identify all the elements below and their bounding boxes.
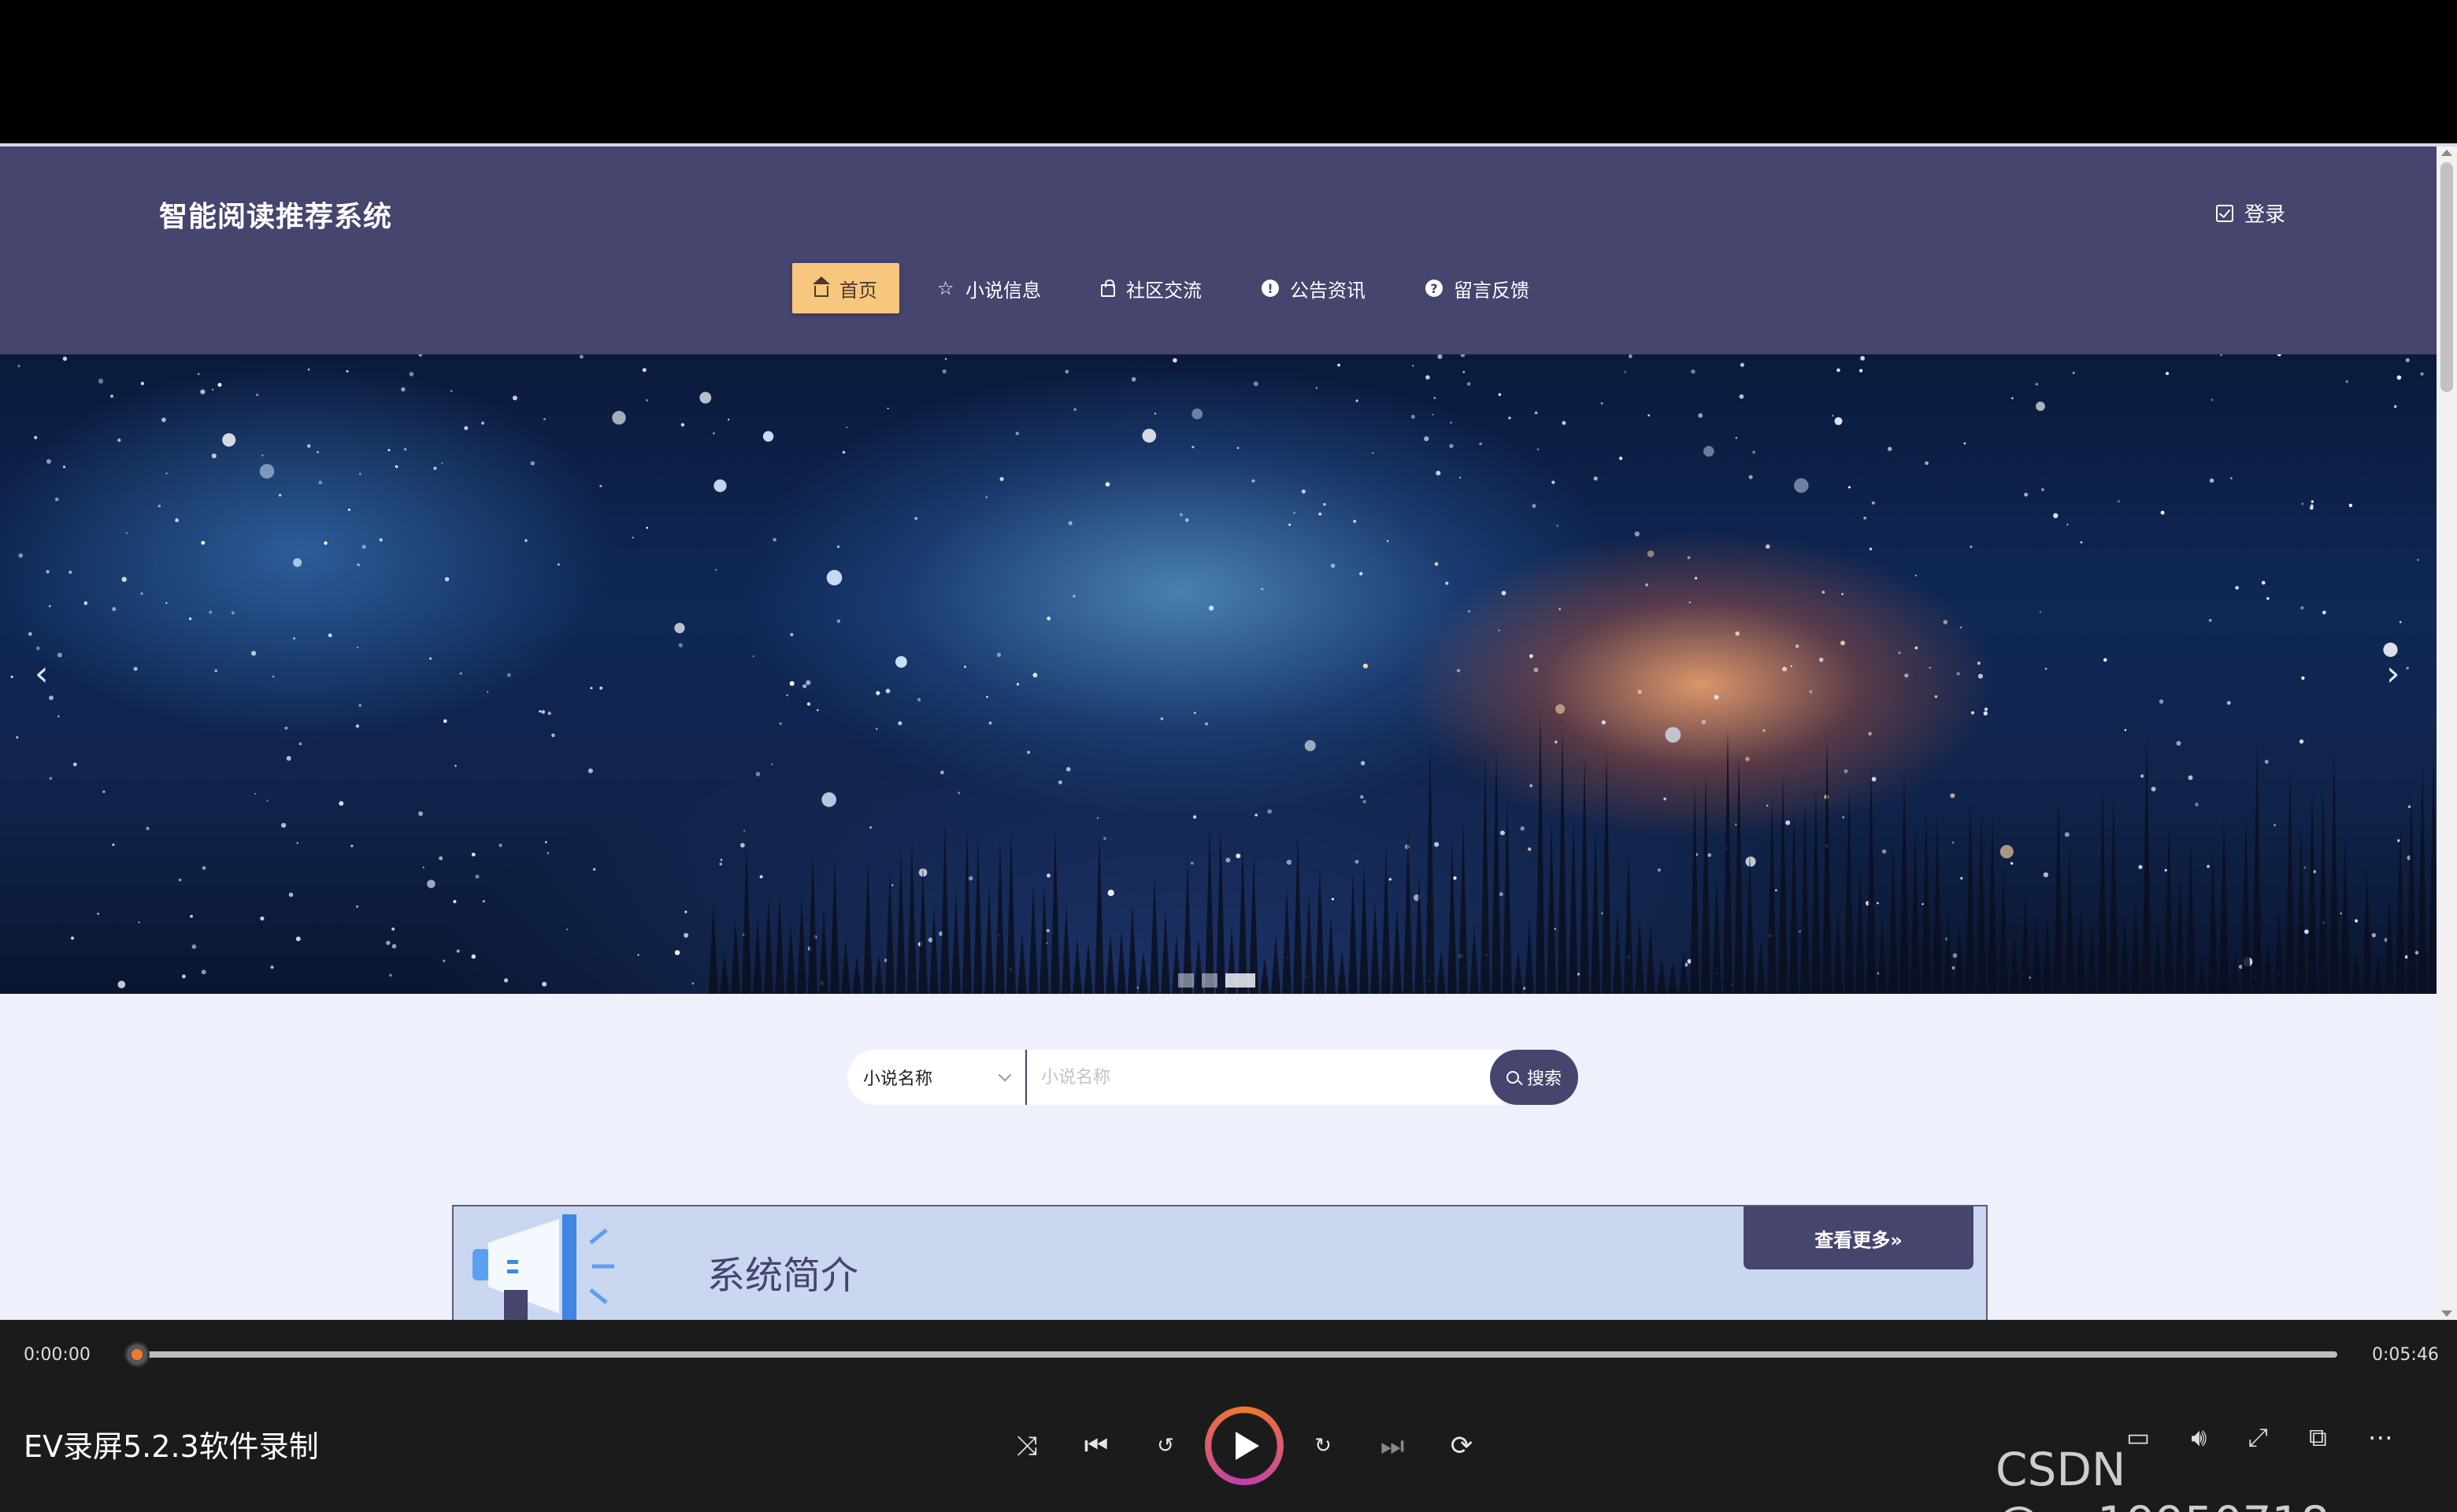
login-link[interactable]: 登录 [2216, 198, 2285, 228]
scroll-down-arrow-icon[interactable] [2441, 1310, 2452, 1317]
intro-title: 系统简介 [707, 1254, 859, 1298]
search-button-label: 搜索 [1526, 1069, 1562, 1089]
scroll-thumb[interactable] [2440, 162, 2453, 392]
nav-label: 小说信息 [965, 279, 1041, 302]
site-title: 智能阅读推荐系统 [159, 201, 393, 233]
site-header: 智能阅读推荐系统 登录 首页 ☆ 小说信息 社区交流 ! 公告资讯 ? 留言反馈 [0, 146, 2437, 354]
search-field-select[interactable]: 小说名称 [847, 1050, 1025, 1105]
search-button[interactable]: 搜索 [1490, 1050, 1578, 1105]
rewind-10-button[interactable]: ↺ [1131, 1411, 1200, 1480]
banner-prev-button[interactable]: ‹ [35, 654, 49, 694]
csdn-watermark: CSDN @xn19950718 [1996, 1443, 2329, 1512]
checkbox-icon [2216, 204, 2233, 222]
skip-next-icon: ⏭ [1380, 1430, 1405, 1462]
nav-label: 公告资讯 [1290, 279, 1366, 302]
nav-item-news[interactable]: ! 公告资讯 [1240, 263, 1388, 313]
shuffle-icon: ⤨ [1016, 1430, 1038, 1462]
search-icon [1506, 1071, 1519, 1084]
scroll-up-arrow-icon[interactable] [2441, 150, 2452, 156]
info-icon: ! [1262, 280, 1279, 297]
search-bar: 小说名称 搜索 [847, 1049, 1578, 1106]
banner-dot-3[interactable] [1225, 973, 1255, 988]
banner-dot-1[interactable] [1178, 973, 1194, 988]
repeat-off-button[interactable]: ⟳ [1427, 1411, 1496, 1480]
main-nav: 首页 ☆ 小说信息 社区交流 ! 公告资讯 ? 留言反馈 [792, 263, 1567, 313]
video-player-bar: 0:00:00 0:05:46 EV录屏5.2.3软件录制 ⤨ ⏮ ↺ ↻ ⏭ … [0, 1320, 2457, 1512]
forward-30-button[interactable]: ↻ [1288, 1411, 1358, 1480]
forward-30-icon: ↻ [1314, 1434, 1332, 1458]
chevron-down-icon [998, 1068, 1012, 1082]
play-icon [1236, 1432, 1259, 1460]
starfield-image [0, 354, 2437, 994]
hero-banner: ‹ › [0, 354, 2437, 994]
megaphone-icon [472, 1214, 614, 1320]
nav-item-novels[interactable]: ☆ 小说信息 [915, 263, 1063, 313]
nav-item-feedback[interactable]: ? 留言反馈 [1403, 263, 1551, 313]
recorder-brand: EV录屏5.2.3软件录制 [24, 1429, 319, 1464]
nav-label: 社区交流 [1126, 279, 1202, 302]
nav-label: 首页 [839, 279, 877, 302]
banner-dots [1178, 973, 1255, 988]
star-icon: ☆ [937, 277, 954, 299]
help-icon: ? [1425, 280, 1443, 297]
playback-controls: ⤨ ⏮ ↺ ↻ ⏭ ⟳ [992, 1406, 1496, 1485]
view-more-button[interactable]: 查看更多» [1744, 1206, 1973, 1269]
search-field-value: 小说名称 [863, 1069, 933, 1089]
repeat-off-icon: ⟳ [1450, 1430, 1473, 1462]
page-scrollbar[interactable] [2437, 146, 2457, 1320]
home-icon [813, 276, 830, 297]
nav-label: 留言反馈 [1454, 279, 1529, 302]
login-label: 登录 [2244, 203, 2286, 227]
banner-next-button[interactable]: › [2386, 654, 2400, 694]
shuffle-button[interactable]: ⤨ [992, 1411, 1062, 1480]
next-button[interactable]: ⏭ [1358, 1411, 1427, 1480]
skip-previous-icon: ⏮ [1084, 1430, 1109, 1462]
top-black-bar [0, 0, 2457, 143]
nav-item-home[interactable]: 首页 [792, 263, 899, 313]
nav-item-community[interactable]: 社区交流 [1079, 263, 1224, 313]
play-button[interactable] [1205, 1406, 1284, 1485]
banner-dot-2[interactable] [1202, 973, 1217, 988]
progress-knob[interactable] [124, 1342, 150, 1367]
intro-section: 系统简介 查看更多» [452, 1205, 1988, 1320]
search-input[interactable] [1025, 1050, 1503, 1105]
total-time: 0:05:46 [2372, 1345, 2439, 1365]
current-time: 0:00:00 [24, 1345, 91, 1365]
browser-viewport: 智能阅读推荐系统 登录 首页 ☆ 小说信息 社区交流 ! 公告资讯 ? 留言反馈… [0, 143, 2457, 1320]
rewind-10-icon: ↺ [1157, 1434, 1174, 1458]
progress-track[interactable] [126, 1351, 2337, 1358]
bag-icon [1101, 280, 1115, 297]
previous-button[interactable]: ⏮ [1062, 1411, 1131, 1480]
